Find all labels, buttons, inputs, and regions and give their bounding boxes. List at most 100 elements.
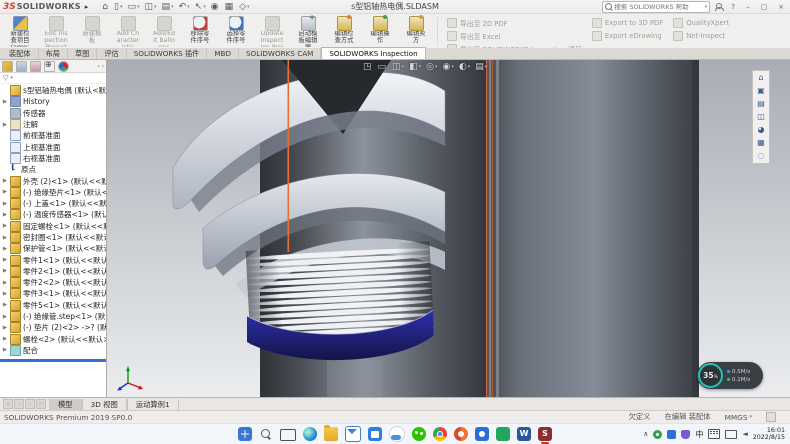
ribbon-button[interactable]: 选择零件序号 [218,15,254,48]
tree-item[interactable]: ▶ (-) 上盖<1> (默认<<默认>_显示状 [0,198,106,209]
tree-item[interactable]: ▶ 零件1<1> (默认<<默认>_显示状态 [0,254,106,265]
new-document-icon[interactable]: ▯▾ [114,2,122,12]
tree-item[interactable]: 上视基准面 [0,141,106,152]
expand-arrow-icon[interactable]: ▶ [2,314,8,320]
tree-item[interactable]: ▶ 零件2<1> (默认<<默认>_显示状 [0,266,106,277]
dimxpertmanager-tab-icon[interactable] [44,61,55,72]
save-icon[interactable]: ◫▾ [145,2,157,12]
tree-item[interactable]: ▶ (-) 绝缘管.step<1> (默认<<默认> [0,311,106,322]
status-tag-icon[interactable] [766,412,776,422]
tree-item[interactable]: 传感器 [0,108,106,119]
zoom-fit-icon[interactable]: ◳ [363,61,373,73]
tree-item[interactable]: 前视基准面 [0,130,106,141]
ribbon-button[interactable]: 编辑检查方式 [326,15,362,48]
tree-item[interactable]: ▶ 注解 [0,119,106,130]
edit-appearance-icon[interactable]: ◐▾ [459,61,470,73]
custom-properties-icon[interactable]: ▦ [755,137,767,149]
design-library-icon[interactable]: ▣ [755,85,767,97]
commandmanager-tab[interactable]: SOLIDWORKS 插件 [127,49,208,59]
browser2-icon[interactable] [454,427,468,441]
blue-app-icon[interactable] [475,427,489,441]
tree-filter-row[interactable]: ▽ ▾ [0,73,106,84]
tree-item[interactable]: ▶ (-) 垫片 (2)<2> ->? (默认<<默认> [0,322,106,333]
featuremanager-tree-tab-icon[interactable] [2,61,13,72]
expand-arrow-icon[interactable]: ▶ [2,257,8,263]
doc-tab[interactable]: 模型 [49,399,82,410]
tree-item[interactable]: ▶ History [0,96,106,107]
start-button-icon[interactable] [238,427,252,441]
undo-icon[interactable]: ↶▾ [179,2,190,12]
mail-app-icon[interactable] [345,426,361,442]
displaymanager-tab-icon[interactable] [58,61,69,72]
expand-arrow-icon[interactable]: ▶ [2,291,8,297]
ribbon-button[interactable]: 新建检查项目 (amp;N) [2,15,38,48]
export-button[interactable]: Export eDrawing [592,31,663,41]
export-button[interactable]: 导出至 Excel [447,31,582,41]
print-icon[interactable]: ▤▾ [162,2,174,12]
ribbon-button[interactable]: Edit Inspection Project [38,15,74,48]
tab-scroll-last-icon[interactable]: ›› [36,399,46,409]
tree-item[interactable]: ▶ 密封圈<1> (默认<<默认>_显示状 [0,232,106,243]
taskbar-search-icon[interactable] [259,427,273,441]
ribbon-button[interactable]: 新建模板 [74,15,110,48]
filter-caret-icon[interactable]: ▾ [10,75,13,81]
commandmanager-tab[interactable]: 布局 [39,49,68,59]
chrome-icon[interactable] [433,427,447,441]
display-settings-icon[interactable]: ▦ [225,2,235,12]
rollback-bar[interactable] [0,358,106,363]
tree-item[interactable]: ▶ 外壳 (2)<1> (默认<<默认>_显示状 [0,175,106,186]
expand-arrow-icon[interactable]: ▶ [2,325,8,331]
units-selector[interactable]: MMGS▾ [725,413,752,422]
tree-item[interactable]: ▶ (-) 温度传感器<1> (默认<<默认>_ [0,209,106,220]
export-button[interactable]: Export to 3D PDF [592,18,663,28]
task-view-icon[interactable] [280,429,296,441]
expand-arrow-icon[interactable]: ▶ [2,246,8,252]
options-gear-icon[interactable]: ◇▾ [239,2,249,12]
minimize-button[interactable]: – [743,3,753,11]
home-icon[interactable]: ⌂ [102,2,109,12]
tree-item[interactable]: ▶ 配合 [0,345,106,356]
view-settings-icon[interactable]: ▤▾ [475,61,487,73]
commandmanager-tab[interactable]: 装配体 [2,49,39,59]
commandmanager-tab[interactable]: SOLIDWORKS CAM [239,49,321,59]
touch-keyboard-icon[interactable] [708,429,720,439]
search-input[interactable] [614,2,702,11]
tree-item[interactable]: ▶ 保护管<1> (默认<<默认>_显示状 [0,243,106,254]
menu-flyout-icon[interactable]: ▸ [85,3,89,11]
panel-tabs-overflow-icon[interactable]: ‹ › [97,63,104,70]
propertymanager-tab-icon[interactable] [16,61,27,72]
expand-arrow-icon[interactable]: ▶ [2,189,8,195]
doc-tab[interactable]: 运动算例1 [127,399,179,410]
open-document-icon[interactable]: ▭▾ [127,2,139,12]
tree-item[interactable]: ▶ 螺栓<2> (默认<<默认>_显示状态 [0,334,106,345]
resources-home-icon[interactable]: ⌂ [755,72,767,84]
tree-item[interactable]: ▶ 固定螺栓<1> (默认<<默认>_显示 [0,221,106,232]
appearances-scenes-icon[interactable]: ◕ [755,124,767,136]
help-search-box[interactable]: ▾ [602,1,710,13]
hide-show-items-icon[interactable]: ◉▾ [442,61,453,73]
export-button[interactable]: Net-Inspect [673,31,729,41]
tab-scroll-right-icon[interactable]: › [25,399,35,409]
file-explorer-taskbar-icon[interactable] [324,427,338,441]
ribbon-button[interactable]: 启动模板编辑器 [290,15,326,48]
expand-arrow-icon[interactable]: ▶ [2,302,8,308]
view-orientation-icon[interactable]: ◧▾ [409,61,421,73]
expand-arrow-icon[interactable]: ▶ [2,212,8,218]
forum-share-icon[interactable]: ◌ [755,150,767,162]
export-button[interactable]: 导出至 2D PDF [447,18,582,28]
expand-arrow-icon[interactable]: ▶ [2,347,8,353]
filter-funnel-icon[interactable]: ▽ [3,74,8,82]
interference-lights-icon[interactable]: ◉ [211,2,220,12]
green-app-icon[interactable] [496,427,510,441]
tree-item[interactable]: ▶ 零件3<1> (默认<<默认>_显示状态 [0,288,106,299]
ribbon-button[interactable]: 编辑操作 [362,15,398,48]
restore-button[interactable]: ▢ [758,3,771,11]
expand-arrow-icon[interactable]: ▶ [2,235,8,241]
tree-item[interactable]: ▶ 零件5<1> (默认<<默认>_显示状态 [0,300,106,311]
solidworks-taskbar-icon-active[interactable]: S [538,427,552,441]
tree-item[interactable]: ▶ 零件2<2> (默认<<默认>_显示状 [0,277,106,288]
edge-browser-icon[interactable] [303,427,317,441]
commandmanager-tab[interactable]: SOLIDWORKS Inspection [321,47,425,59]
ribbon-button[interactable]: Add Characteristic [110,15,146,48]
weather-widget-icon[interactable] [389,426,405,442]
